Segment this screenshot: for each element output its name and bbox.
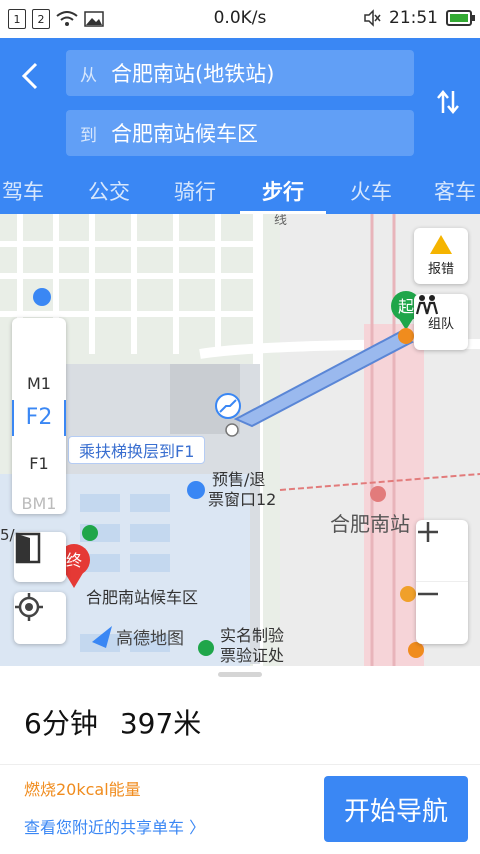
mute-icon (364, 9, 381, 27)
distance: 397米 (119, 707, 202, 740)
start-marker-label: 起 (398, 297, 414, 316)
floor-f1[interactable]: F1 (12, 454, 66, 473)
start-navigation-button[interactable]: 开始导航 (324, 776, 468, 842)
locate-button[interactable] (14, 592, 66, 644)
team-button[interactable]: 组队 (414, 294, 468, 350)
ticket-window-line1: 预售/退 (212, 470, 266, 489)
brand-logo: 高德地图 (116, 629, 184, 649)
swap-button[interactable] (434, 82, 462, 122)
tab-bike[interactable]: 骑行 (160, 168, 230, 214)
origin-field[interactable]: 从 合肥南站(地铁站) (66, 50, 414, 96)
zoom-control (416, 520, 468, 644)
destination-prefix: 到 (80, 125, 97, 146)
swap-icon (437, 90, 459, 114)
route-summary: 6分钟 397米 (24, 702, 201, 742)
destination-field[interactable]: 到 合肥南站候车区 (66, 110, 414, 156)
floor-f2[interactable]: F2 (12, 400, 66, 436)
tab-coach[interactable]: 客车 (420, 168, 480, 214)
tab-walk[interactable]: 步行 (240, 168, 326, 214)
realname-check-label: 实名制验 票验证处 (220, 626, 284, 666)
realname-line2: 票验证处 (220, 646, 285, 665)
minus-icon (418, 592, 438, 596)
destination-value: 合肥南站候车区 (111, 122, 258, 146)
report-label: 报错 (427, 262, 454, 277)
zoom-in-button[interactable] (416, 520, 468, 582)
battery-icon (446, 10, 475, 26)
floor-selector: M1 F2 F1 BM1 (12, 318, 66, 514)
team-icon (415, 295, 439, 315)
ticket-window-label: 预售/退 票窗口12 (208, 470, 276, 510)
door-icon (15, 532, 41, 564)
zoom-out-button[interactable] (416, 582, 468, 644)
warning-icon (430, 235, 452, 254)
realname-line1: 实名制验 (220, 626, 285, 645)
escalator-tip[interactable]: 乘扶梯换层到F1 (68, 436, 206, 464)
tab-drive[interactable]: 驾车 (0, 168, 60, 214)
calorie-text: 燃烧20kcal能量 (24, 780, 141, 799)
line-label: 线 (274, 214, 287, 228)
transport-tabs: 驾车 公交 骑行 步行 火车 客车 (0, 168, 480, 214)
waiting-area-label: 合肥南站候车区 (86, 588, 199, 607)
ticket-window-line2: 票窗口12 (208, 490, 277, 509)
tab-bus[interactable]: 公交 (74, 168, 144, 214)
indoor-button[interactable] (14, 532, 66, 582)
drag-handle[interactable] (218, 672, 262, 677)
tab-train[interactable]: 火车 (336, 168, 406, 214)
map-view[interactable]: 起 终 线 5/ 预售/退 票窗口12 合肥南站 合肥南站候车区 实名制验 票验… (0, 214, 480, 666)
back-button[interactable] (14, 56, 46, 96)
locate-icon (15, 593, 43, 621)
origin-value: 合肥南站(地铁站) (111, 62, 275, 86)
duration: 6分钟 (24, 707, 98, 740)
route-header: 从 合肥南站(地铁站) 到 合肥南站候车区 驾车 公交 骑行 步行 火车 客车 (0, 38, 480, 214)
chevron-left-icon (21, 62, 38, 90)
plus-icon (418, 522, 438, 542)
end-marker-label: 终 (66, 551, 82, 570)
origin-prefix: 从 (80, 65, 97, 86)
divider (0, 764, 480, 765)
route-summary-panel: 6分钟 397米 燃烧20kcal能量 查看您附近的共享单车 〉 开始导航 (0, 666, 480, 854)
shared-bike-link[interactable]: 查看您附近的共享单车 〉 (24, 814, 205, 838)
report-button[interactable]: 报错 (414, 228, 468, 284)
clock: 21:51 (389, 8, 438, 28)
status-bar: 1 2 0.0K/s 21:51 (0, 0, 480, 38)
floor-bm1[interactable]: BM1 (12, 494, 66, 513)
station-label: 合肥南站 (330, 512, 410, 536)
floor-m1[interactable]: M1 (12, 374, 66, 393)
